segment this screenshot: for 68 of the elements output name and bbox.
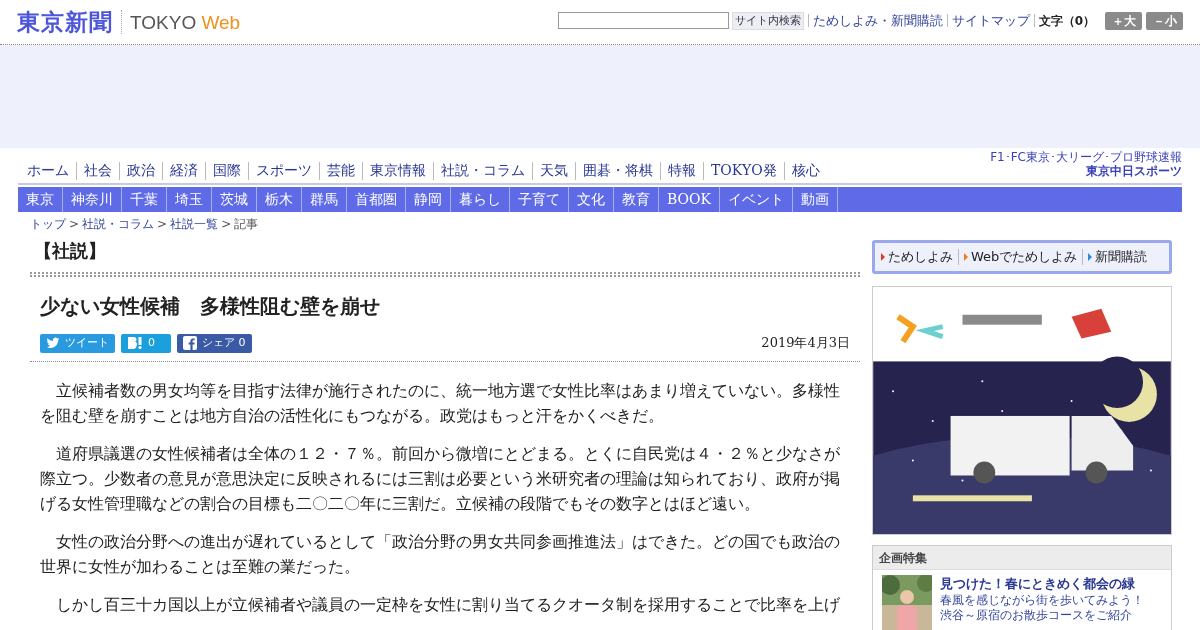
region-tab[interactable]: 群馬 <box>302 187 347 212</box>
feature-description: 春風を感じながら街を歩いてみよう！ <box>940 593 1144 608</box>
brand-logo[interactable]: TOKYO Web <box>130 12 241 32</box>
share-button[interactable]: シェア 0 <box>177 333 252 353</box>
nav-link[interactable]: 東京情報 <box>363 160 433 181</box>
region-tab[interactable]: 東京 <box>18 187 63 212</box>
region-tab[interactable]: 暮らし <box>451 187 510 212</box>
region-tab[interactable]: 埼玉 <box>167 187 212 212</box>
breadcrumb-link[interactable]: 社説一覧 <box>170 215 219 233</box>
region-tab[interactable]: 茨城 <box>212 187 257 212</box>
article-paragraph: 女性の政治分野への進出が遅れているとして「政治分野の男女共同参画推進法」はできた。どの国でも政治の世界に女性が加わることは至難の業だった。 <box>40 530 841 578</box>
breadcrumb-current: 記事 <box>234 216 259 233</box>
article-date: 2019年4月3日 <box>761 334 850 352</box>
nav-link[interactable]: 核心 <box>784 160 827 181</box>
nav-link[interactable]: 社説・コラム <box>434 160 532 181</box>
feature-heading: 企画特集 <box>873 546 1171 570</box>
region-tab[interactable]: 子育て <box>510 187 569 212</box>
nav-link[interactable]: スポーツ <box>249 160 319 181</box>
nav-link[interactable]: 経済 <box>163 160 205 181</box>
region-tab[interactable]: 神奈川 <box>63 187 122 212</box>
region-tab[interactable]: 文化 <box>569 187 614 212</box>
article-paragraph: 道府県議選の女性候補者は全体の１２・７％。前回から微増にとどまる。とくに自民党は４・２％と少なさが際立つ。少数者の意見が意思決定に反映されるには三割は必要という米研究者の理論は知られており、政府が掲げる女性管理職などの割合の目標も二〇二〇年に三割だ。立候補の段階でもその数字とはほど遠い。 <box>40 442 841 515</box>
header-link[interactable]: ためしよみ・新聞購読 <box>812 10 943 31</box>
nav-link[interactable]: 天気 <box>533 160 575 181</box>
region-tab[interactable]: 動画 <box>792 187 838 212</box>
promo-link[interactable]: ためしよみ <box>888 247 953 267</box>
hatena-b-icon <box>127 336 143 350</box>
feature-title[interactable]: 見つけた！春にときめく都会の緑 <box>940 575 1144 593</box>
logo[interactable]: 東京新聞 <box>17 10 113 34</box>
font-size-label: 文字（0） <box>1038 12 1095 30</box>
region-tab[interactable]: 静岡 <box>406 187 451 212</box>
region-tab[interactable]: 千葉 <box>122 187 167 212</box>
nav-link[interactable]: 社会 <box>77 160 119 181</box>
region-tab[interactable]: BOOK <box>659 187 720 212</box>
section-heading: 【社説】 <box>33 239 107 263</box>
triangle-icon <box>964 253 968 261</box>
nav-link[interactable]: 囲碁・将棋 <box>576 160 660 181</box>
triangle-icon <box>1088 253 1093 261</box>
article-paragraph: 立候補者数の男女均等を目指す法律が施行されたのに、統一地方選で女性比率はあまり増えていない。多様性を阻む壁を崩すことは地方自治の活性化にもつながる。政党はもっと汗をかくべきだ。 <box>40 379 841 427</box>
search-button[interactable]: サイト内検索 <box>731 11 804 30</box>
article-title: 少ない女性候補 多様性阻む壁を崩せ <box>39 293 381 320</box>
region-tab[interactable]: イベント <box>719 187 793 212</box>
sports-logo: 東京中日スポーツ <box>1086 164 1182 179</box>
sports-banner[interactable]: F1･FC東京･大リーグ･プロ野球速報 東京中日スポーツ <box>990 150 1182 179</box>
triangle-icon <box>881 253 885 261</box>
feature-description: 渋谷～原宿のお散歩コースをご紹介 <box>940 608 1133 623</box>
breadcrumb-separator: > <box>221 216 232 233</box>
breadcrumb-link[interactable]: トップ <box>30 215 66 233</box>
nav-link[interactable]: ホーム <box>20 160 76 181</box>
breadcrumb-link[interactable]: 社説・コラム <box>82 215 155 233</box>
nav-link[interactable]: 特報 <box>661 160 703 181</box>
breadcrumb-separator: > <box>69 216 80 233</box>
region-tab[interactable]: 教育 <box>614 187 659 212</box>
nav-link[interactable]: TOKYO発 <box>704 160 784 181</box>
article-paragraph: しかし百三十カ国以上が立候補者や議員の一定枠を女性に割り当てるクオータ制を採用することで比率を上げ <box>55 593 841 616</box>
search-field[interactable] <box>557 12 729 29</box>
promo-link[interactable]: Webでためしよみ <box>971 247 1078 267</box>
nav-link[interactable]: 政治 <box>120 160 162 181</box>
breadcrumb-separator: > <box>157 216 168 233</box>
facebook-icon <box>183 336 197 350</box>
nav-link[interactable]: 芸能 <box>320 160 362 181</box>
sports-caption: F1･FC東京･大リーグ･プロ野球速報 <box>990 150 1182 164</box>
promo-link[interactable]: 新聞購読 <box>1095 247 1148 267</box>
region-tab[interactable]: 首都圏 <box>347 187 406 212</box>
bird-icon <box>46 336 60 350</box>
nav-link[interactable]: 国際 <box>206 160 248 181</box>
region-tab[interactable]: 栃木 <box>257 187 302 212</box>
header-link[interactable]: サイトマップ <box>951 10 1030 31</box>
